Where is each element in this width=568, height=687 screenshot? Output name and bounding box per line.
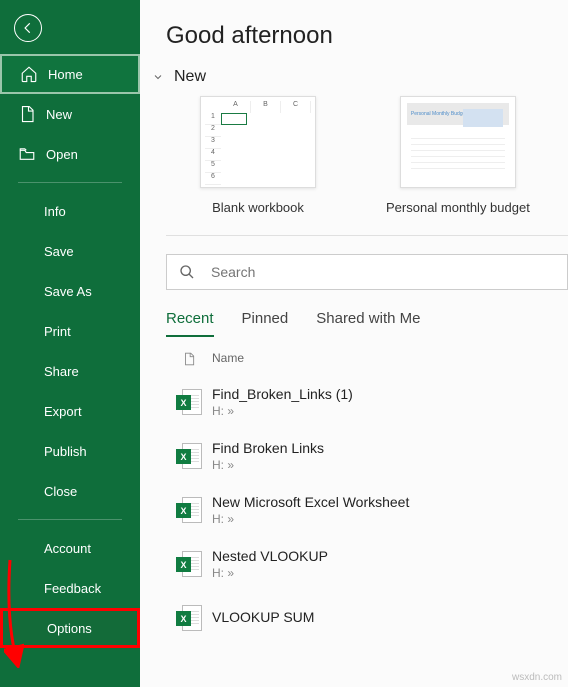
file-path: H: » (212, 566, 568, 580)
column-name[interactable]: Name (212, 351, 568, 367)
excel-file-icon: X (166, 497, 212, 523)
sidebar-label-open: Open (46, 147, 78, 162)
page-title: Good afternoon (166, 22, 568, 50)
file-name: Find_Broken_Links (1) (212, 386, 568, 402)
file-name: VLOOKUP SUM (212, 609, 568, 625)
sidebar-item-print[interactable]: Print (0, 311, 140, 351)
sidebar-label-new: New (46, 107, 72, 122)
file-row[interactable]: X Nested VLOOKUP H: » (166, 537, 568, 591)
template-personal-budget[interactable]: Personal Monthly Budget Personal monthly… (386, 96, 530, 215)
file-row[interactable]: X VLOOKUP SUM (166, 591, 568, 645)
list-header: Name (166, 351, 568, 367)
divider (18, 519, 122, 520)
arrow-left-icon (21, 21, 35, 35)
new-file-icon (18, 105, 36, 123)
file-row[interactable]: X Find_Broken_Links (1) H: » (166, 375, 568, 429)
tab-recent[interactable]: Recent (166, 310, 214, 337)
section-new-toggle[interactable]: New (150, 68, 568, 86)
template-thumb-blank: ABC 123456 (200, 96, 316, 188)
file-name: New Microsoft Excel Worksheet (212, 494, 568, 510)
sidebar-item-export[interactable]: Export (0, 391, 140, 431)
sidebar-item-info[interactable]: Info (0, 191, 140, 231)
file-row[interactable]: X New Microsoft Excel Worksheet H: » (166, 483, 568, 537)
back-button[interactable] (14, 14, 42, 42)
sidebar-item-new[interactable]: New (0, 94, 140, 134)
watermark: wsxdn.com (512, 672, 562, 683)
divider (18, 182, 122, 183)
excel-file-icon: X (166, 389, 212, 415)
chevron-down-icon (150, 69, 166, 85)
excel-file-icon: X (166, 551, 212, 577)
sidebar-item-save-as[interactable]: Save As (0, 271, 140, 311)
tab-pinned[interactable]: Pinned (242, 310, 289, 337)
file-name: Find Broken Links (212, 440, 568, 456)
sidebar-item-save[interactable]: Save (0, 231, 140, 271)
file-path: H: » (212, 458, 568, 472)
sidebar-item-open[interactable]: Open (0, 134, 140, 174)
file-path: H: » (212, 512, 568, 526)
template-blank-workbook[interactable]: ABC 123456 Blank workbook (200, 96, 316, 215)
excel-file-icon: X (166, 605, 212, 631)
sidebar-item-close[interactable]: Close (0, 471, 140, 511)
sidebar-item-home[interactable]: Home (0, 54, 140, 94)
search-box[interactable] (166, 254, 568, 290)
file-path: H: » (212, 404, 568, 418)
folder-open-icon (18, 145, 36, 163)
sidebar-item-publish[interactable]: Publish (0, 431, 140, 471)
divider (166, 235, 568, 236)
template-thumb-budget: Personal Monthly Budget (400, 96, 516, 188)
home-icon (20, 65, 38, 83)
template-label-blank: Blank workbook (212, 200, 304, 215)
annotation-arrow (4, 558, 24, 668)
tab-shared[interactable]: Shared with Me (316, 310, 420, 337)
search-icon (179, 264, 195, 280)
template-label-budget: Personal monthly budget (386, 200, 530, 215)
file-name: Nested VLOOKUP (212, 548, 568, 564)
section-new-title: New (174, 68, 206, 86)
file-row[interactable]: X Find Broken Links H: » (166, 429, 568, 483)
sidebar-label-home: Home (48, 67, 83, 82)
sidebar-item-share[interactable]: Share (0, 351, 140, 391)
search-input[interactable] (211, 264, 555, 280)
excel-file-icon: X (166, 443, 212, 469)
file-icon (182, 351, 196, 367)
